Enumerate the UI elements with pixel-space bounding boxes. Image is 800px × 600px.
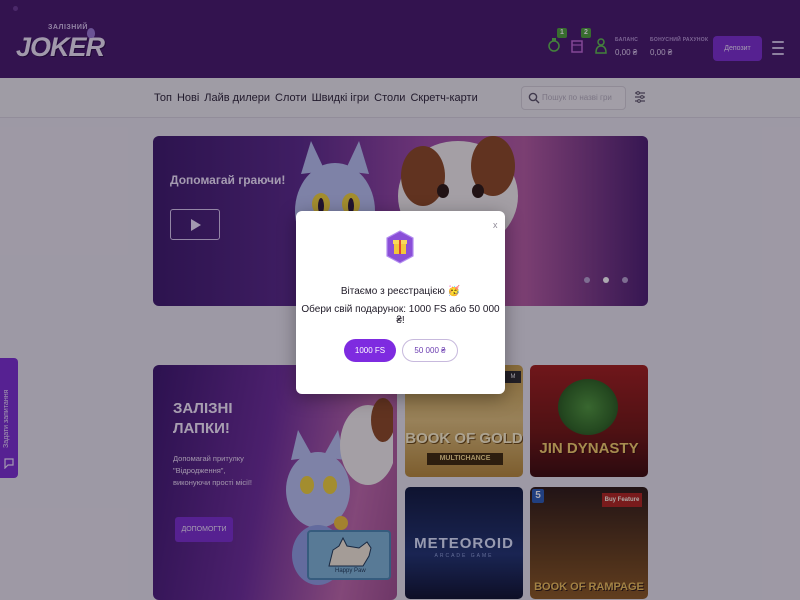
choose-free-spins-button[interactable]: 1000 FS <box>344 339 396 362</box>
gift-hexagon-icon <box>386 230 414 264</box>
close-icon[interactable]: x <box>493 220 498 230</box>
modal-gift-choice: Обери свій подарунок: 1000 FS або 50 000… <box>301 304 500 326</box>
registration-gift-modal: x Вітаємо з реєстрацією 🥳 Обери свій под… <box>296 211 505 394</box>
modal-greeting: Вітаємо з реєстрацією 🥳 <box>340 286 461 297</box>
choose-money-button[interactable]: 50 000 ₴ <box>402 339 458 362</box>
